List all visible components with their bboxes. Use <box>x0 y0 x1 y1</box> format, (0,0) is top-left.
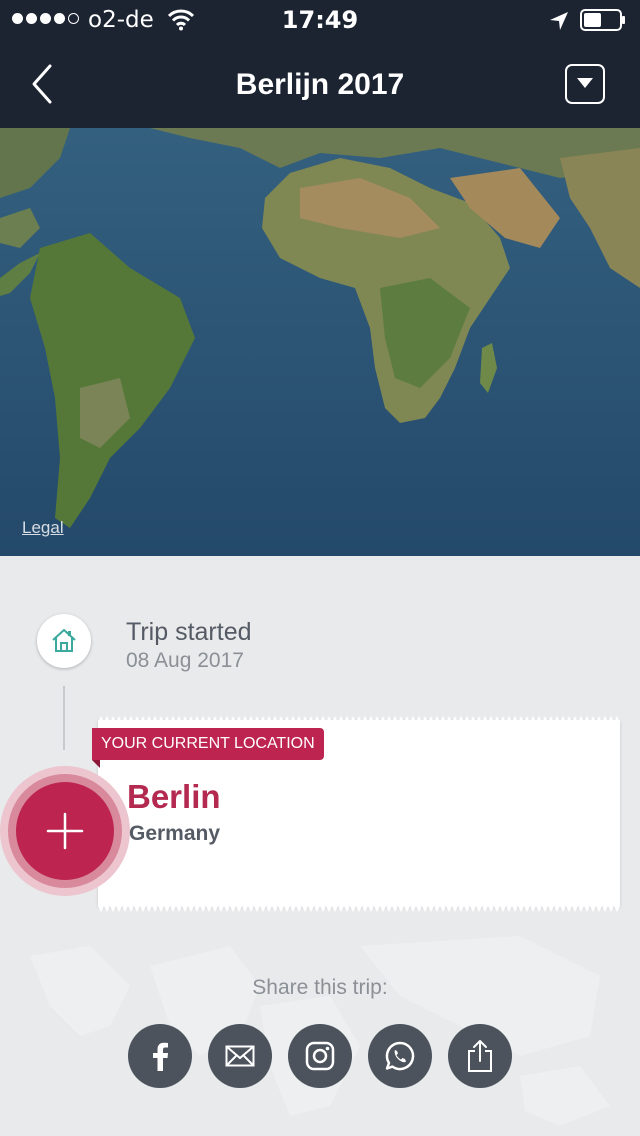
trip-menu-button[interactable] <box>565 64 605 104</box>
whatsapp-icon <box>385 1041 415 1071</box>
plus-icon <box>46 812 84 850</box>
current-location-badge: YOUR CURRENT LOCATION <box>92 728 324 760</box>
mail-icon <box>225 1045 255 1067</box>
timeline-connector <box>63 686 65 750</box>
trip-started-label: Trip started <box>126 618 252 646</box>
trip-map[interactable]: Legal <box>0 128 640 556</box>
share-label: Share this trip: <box>252 976 388 999</box>
legal-link[interactable]: Legal <box>22 518 64 538</box>
page-title: Berlijn 2017 <box>235 68 405 101</box>
clock: 17:49 <box>281 6 359 34</box>
share-whatsapp-button[interactable] <box>368 1024 432 1088</box>
home-icon <box>52 629 76 652</box>
location-services-icon <box>550 12 568 30</box>
status-bar: o2-de 17:49 <box>0 0 640 40</box>
instagram-icon <box>305 1041 335 1071</box>
navigation-bar: Berlijn 2017 <box>0 40 640 128</box>
current-city: Berlin <box>127 778 221 815</box>
trip-start-date: 08 Aug 2017 <box>126 649 244 672</box>
trip-start-marker <box>37 614 91 668</box>
dropdown-menu-icon <box>577 78 593 88</box>
current-country: Germany <box>129 822 221 845</box>
facebook-icon <box>153 1042 168 1071</box>
badge-fold <box>92 760 100 768</box>
share-email-button[interactable] <box>208 1024 272 1088</box>
map-imagery <box>0 128 640 556</box>
share-buttons <box>128 1024 512 1088</box>
share-more-button[interactable] <box>448 1024 512 1088</box>
trip-timeline: Trip started 08 Aug 2017 YOUR CURRENT LO… <box>0 556 640 1136</box>
share-facebook-button[interactable] <box>128 1024 192 1088</box>
add-location-button[interactable] <box>16 782 114 880</box>
battery-icon <box>580 9 625 31</box>
share-instagram-button[interactable] <box>288 1024 352 1088</box>
share-icon <box>468 1040 492 1072</box>
card-bottom-edge <box>98 906 620 912</box>
card-top-edge <box>98 716 620 722</box>
